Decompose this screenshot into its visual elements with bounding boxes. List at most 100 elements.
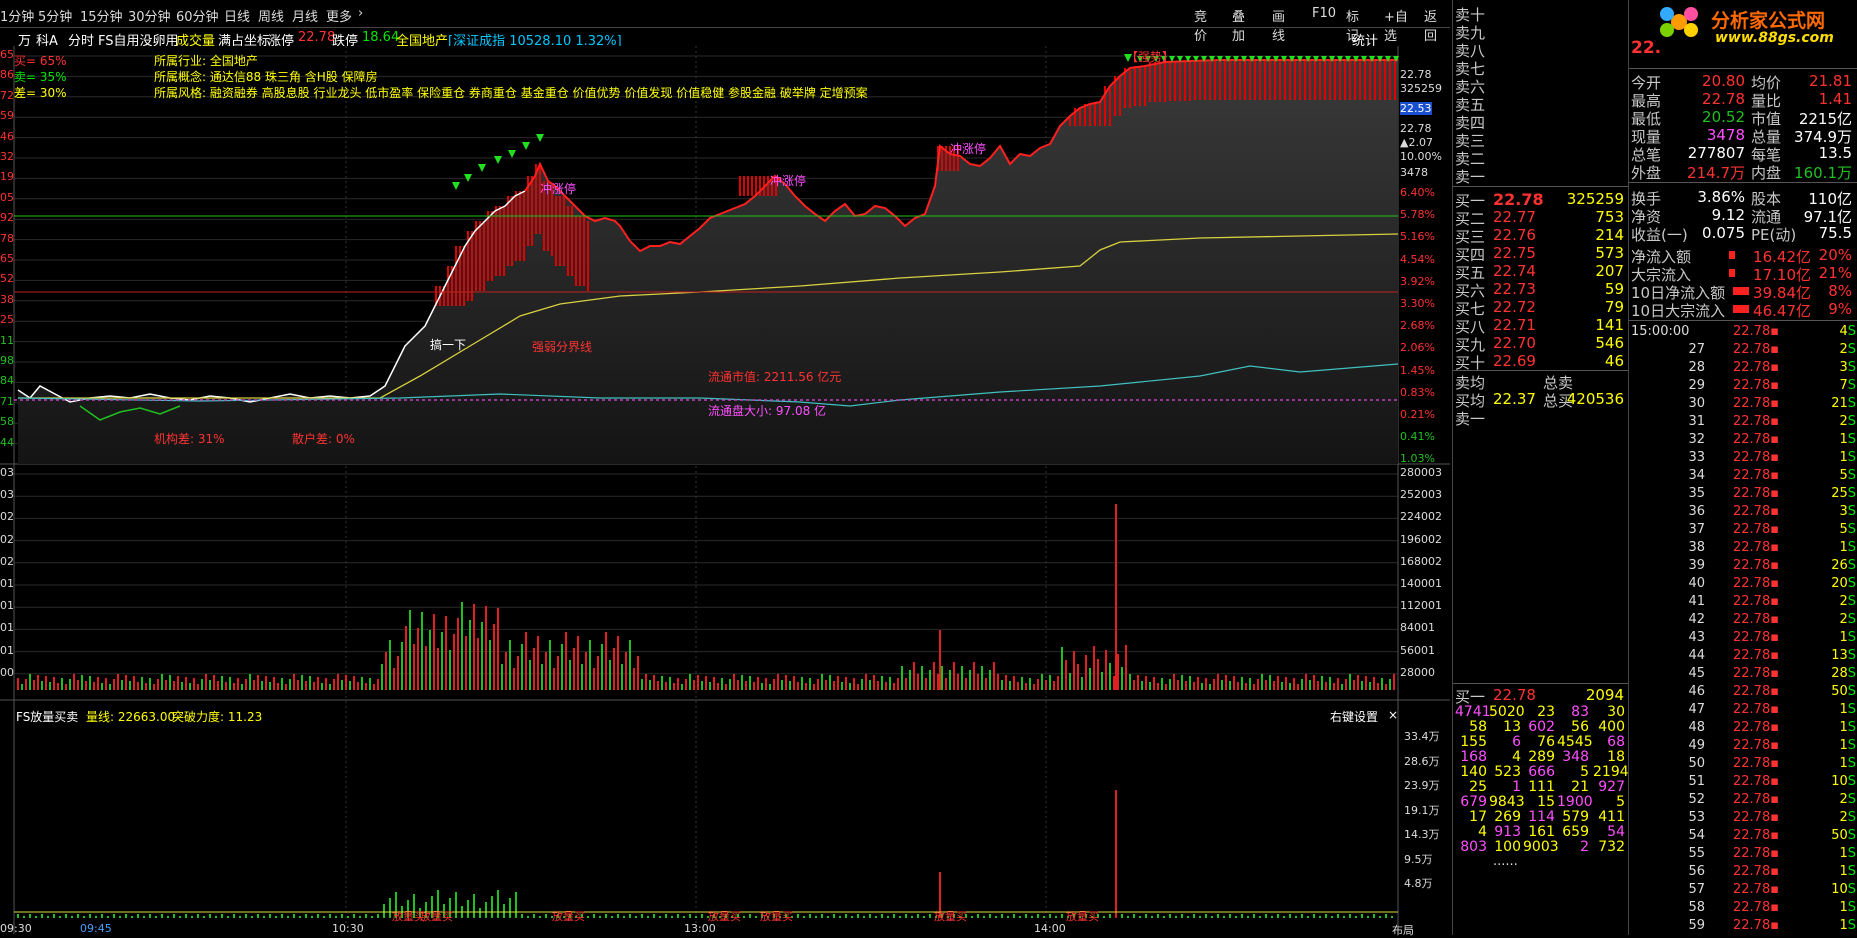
tick-side: S [1847,756,1856,771]
tick-time: 15:00:00 [1631,324,1690,339]
chart-area[interactable]: 买= 65% 卖= 35% 差= 30% 所属行业: 全国地产 所属概念: 通达… [0,46,1450,937]
chevron-right-icon[interactable]: › [358,6,363,21]
tick-volume: 2S [1839,342,1856,357]
tick-price: 22.78▪ [1733,612,1780,627]
queue-cell: 168 [1460,749,1487,765]
tick-row: 47 22.78▪ 1S [1629,702,1857,720]
price-axis-left-label: 65 [0,48,14,61]
tick-side: S [1847,450,1856,465]
time-axis-label: 14:00 [1034,922,1066,935]
queue-cell: 4 [1512,749,1521,765]
tick-side: S [1847,864,1856,879]
price-axis-right-label: 3.92% [1400,274,1435,288]
price-axis-right-label: 2.06% [1400,341,1435,355]
tab-more[interactable]: 更多 [326,6,352,25]
tick-volume: 26S [1831,558,1856,573]
queue-cell: 114 [1528,809,1555,825]
tick-time: 34 [1688,468,1705,483]
stat-label-2: 内盘 [1751,164,1782,182]
tick-volume: 1S [1839,702,1856,717]
tick-price: 22.78▪ [1733,576,1780,591]
buy-level-row[interactable]: 买一 22.78 325259 [1453,190,1628,210]
close-icon[interactable]: × [1388,708,1398,722]
tab-5min[interactable]: 5分钟 [38,6,72,25]
sell-level-row: 卖六 [1453,76,1628,96]
buy-level-volume: 207 [1595,262,1624,280]
tick-time: 29 [1688,378,1705,393]
tab-1min[interactable]: 1分钟 [0,6,34,25]
tick-row: 54 22.78▪ 50S [1629,828,1857,846]
tab-15min[interactable]: 15分钟 [80,6,123,25]
tick-volume: 2S [1839,792,1856,807]
tick-volume: 2S [1839,594,1856,609]
strong-weak-line-label: 强弱分界线 [532,340,593,354]
queue-cell: 100 [1494,839,1521,855]
buy-level-row[interactable]: 买七 22.72 79 [1453,298,1628,318]
queue-cell: 679 [1460,794,1487,810]
buy-level-row[interactable]: 买十 22.69 46 [1453,352,1628,372]
settings-link[interactable]: 右键设置 [1330,708,1378,725]
f10-button[interactable]: F10 [1308,6,1340,21]
tick-price: 22.78▪ [1733,738,1780,753]
buy-level-row[interactable]: 买八 22.71 141 [1453,316,1628,336]
tick-side: S [1847,900,1856,915]
queue-cell: 56 [1571,719,1589,735]
queue-row: 803 100 9003 2 732 [1453,839,1628,855]
tab-60min[interactable]: 60分钟 [176,6,219,25]
flow-value: 46.47亿 [1753,302,1811,320]
tick-price: 22.78▪ [1733,648,1780,663]
sell-pct: 卖= 35% [14,70,67,84]
buy-level-price: 22.76 [1493,226,1536,244]
concept-text: 所属概念: 通达信88 珠三角 含H股 保障房 [154,70,378,84]
price-axis-left-label: 86 [0,68,14,82]
flow-pct: 8% [1828,282,1852,300]
tab-monthly[interactable]: 月线 [292,6,318,25]
queue-price: 22.78 [1493,686,1536,704]
stat-row: 今开 20.80 均价 21.81 [1629,72,1857,92]
sell-level-row: 卖四 [1453,112,1628,132]
stats-divider [1629,68,1857,69]
queue-cell: 4741 [1455,704,1491,720]
volume-axis-left-label: 02 [0,554,14,568]
tab-daily[interactable]: 日线 [224,6,250,25]
queue-row: 155 6 76 4545 68 [1453,734,1628,750]
tab-30min[interactable]: 30分钟 [128,6,171,25]
flow-row: 10日净流入额 39.84亿 8% [1629,282,1857,302]
queue-cell: 23 [1537,704,1555,720]
volume-axis-label: 252003 [1400,488,1442,502]
queue-cell: 803 [1460,839,1487,855]
stat-label-2: PE(动) [1751,226,1797,244]
queue-row: 168 4 289 348 18 [1453,749,1628,765]
buy-level-row[interactable]: 买九 22.70 546 [1453,334,1628,354]
buy-level-row[interactable]: 买四 22.75 573 [1453,244,1628,264]
buy-level-row[interactable]: 买二 22.77 753 [1453,208,1628,228]
buy-level-row[interactable]: 买六 22.73 59 [1453,280,1628,300]
price-axis-left-label: 65 [0,252,14,265]
tab-weekly[interactable]: 周线 [258,6,284,25]
stat-value: 9.12 [1711,206,1745,224]
flow-row: 10日大宗流入 46.47亿 9% [1629,300,1857,320]
indicator-axis-label: 33.4万 [1404,730,1440,743]
indicator-axis-label: 4.8万 [1404,877,1433,890]
buy-level-row[interactable]: 买三 22.76 214 [1453,226,1628,246]
tick-row: 15:00:00 22.78▪ 4S [1629,324,1857,342]
tick-price: 22.78▪ [1733,810,1780,825]
time-axis-label: 09:45 [80,922,112,935]
buy-level-row[interactable]: 买五 22.74 207 [1453,262,1628,282]
tick-side: S [1847,774,1856,789]
time-axis-label: 10:30 [332,922,364,935]
tick-volume: 1S [1839,918,1856,933]
tick-row: 35 22.78▪ 25S [1629,486,1857,504]
stats-panel: 分析家公式网 www.88gs.com 22. 今开 20.80 均价 21.81 最高… [1628,0,1857,935]
price-axis-right-label: 4.54% [1400,252,1435,266]
float-plate-label: 流通盘大小: 97.08 亿 [708,404,827,418]
tick-time: 46 [1688,684,1705,699]
volume-axis-left-label: 00 [0,665,14,679]
buy-level-volume: 59 [1604,280,1624,298]
indicator-axis-label: 28.6万 [1404,754,1440,768]
stat-value-2: 75.5 [1818,224,1852,242]
stat-row: 换手 3.86% 股本 110亿 [1629,188,1857,208]
tick-time: 40 [1688,576,1705,591]
price-axis-left-label: 72 [0,88,14,102]
tick-price: 22.78▪ [1733,540,1780,555]
